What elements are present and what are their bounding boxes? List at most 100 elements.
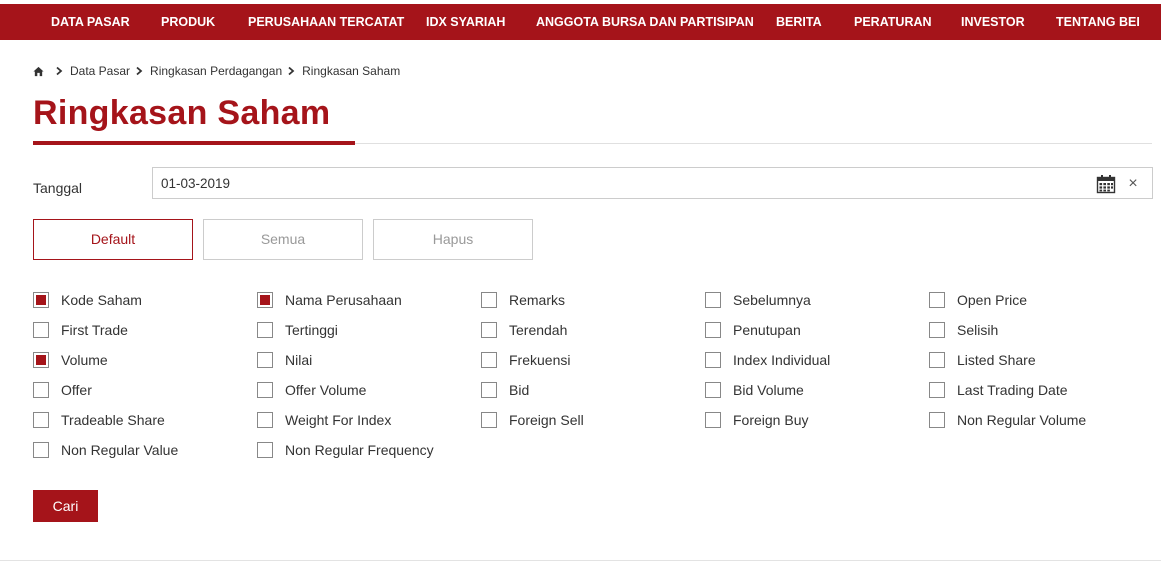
checkbox-label: Bid [509, 382, 530, 398]
checkbox[interactable] [929, 352, 945, 368]
calendar-icon[interactable] [1096, 174, 1116, 194]
column-option[interactable]: Tertinggi [257, 320, 338, 340]
checkbox[interactable] [929, 292, 945, 308]
checkbox[interactable] [257, 412, 273, 428]
column-option[interactable]: Remarks [481, 290, 565, 310]
nav-produk[interactable]: PRODUK [161, 4, 215, 40]
column-option[interactable]: Bid [481, 380, 529, 400]
checkbox[interactable] [257, 382, 273, 398]
column-option[interactable]: Kode Saham [33, 290, 142, 310]
checkbox[interactable] [705, 292, 721, 308]
date-input[interactable]: 01-03-2019 × [152, 167, 1153, 199]
checkbox-label: Volume [61, 352, 108, 368]
column-option[interactable]: Index Individual [705, 350, 830, 370]
nav-perusahaan-tercatat[interactable]: PERUSAHAAN TERCATAT [248, 4, 404, 40]
select-all-button[interactable]: Semua [203, 219, 363, 260]
breadcrumb: Data Pasar Ringkasan Perdagangan Ringkas… [33, 63, 400, 79]
checkbox[interactable] [257, 442, 273, 458]
checkbox[interactable] [257, 292, 273, 308]
checkbox-label: Bid Volume [733, 382, 804, 398]
column-option[interactable]: Terendah [481, 320, 567, 340]
nav-idx-syariah[interactable]: IDX SYARIAH [426, 4, 505, 40]
checkbox[interactable] [929, 382, 945, 398]
date-value[interactable]: 01-03-2019 [161, 176, 230, 191]
date-label: Tanggal [33, 180, 83, 196]
checkbox-label: Offer [61, 382, 92, 398]
column-option[interactable]: Frekuensi [481, 350, 570, 370]
column-option[interactable]: Offer Volume [257, 380, 366, 400]
checkbox-label: Frekuensi [509, 352, 571, 368]
nav-berita[interactable]: BERITA [776, 4, 822, 40]
checkbox-label: Penutupan [733, 322, 801, 338]
column-option[interactable]: Sebelumnya [705, 290, 811, 310]
column-option[interactable]: Non Regular Volume [929, 410, 1086, 430]
checkbox[interactable] [705, 352, 721, 368]
column-option[interactable]: Tradeable Share [33, 410, 165, 430]
default-button[interactable]: Default [33, 219, 193, 260]
breadcrumb-data-pasar[interactable]: Data Pasar [70, 64, 130, 78]
checkbox-label: Kode Saham [61, 292, 142, 308]
checkbox[interactable] [929, 412, 945, 428]
column-option[interactable]: Penutupan [705, 320, 801, 340]
column-option[interactable]: Foreign Sell [481, 410, 584, 430]
checkbox[interactable] [481, 292, 497, 308]
top-navigation: DATA PASAR PRODUK PERUSAHAAN TERCATAT ID… [0, 4, 1161, 40]
home-icon[interactable] [33, 66, 44, 77]
checkbox-label: Offer Volume [285, 382, 367, 398]
checkbox-label: Index Individual [733, 352, 831, 368]
column-option[interactable]: Bid Volume [705, 380, 804, 400]
checkbox[interactable] [33, 382, 49, 398]
checkbox[interactable] [705, 412, 721, 428]
checkbox[interactable] [33, 292, 49, 308]
column-option[interactable]: Offer [33, 380, 92, 400]
chevron-right-icon [56, 66, 63, 76]
checkbox[interactable] [705, 322, 721, 338]
checkbox-label: Last Trading Date [957, 382, 1068, 398]
checkbox[interactable] [33, 352, 49, 368]
breadcrumb-ringkasan-perdagangan[interactable]: Ringkasan Perdagangan [150, 64, 282, 78]
column-option[interactable]: Selisih [929, 320, 998, 340]
bottom-divider [0, 560, 1161, 561]
checkbox-label: Non Regular Volume [957, 412, 1087, 428]
column-option[interactable]: Open Price [929, 290, 1027, 310]
checkbox-label: Tradeable Share [61, 412, 165, 428]
checkbox[interactable] [257, 352, 273, 368]
checkbox[interactable] [33, 412, 49, 428]
checkbox-label: Foreign Sell [509, 412, 584, 428]
checkbox-label: Selisih [957, 322, 999, 338]
checkbox[interactable] [33, 322, 49, 338]
search-button[interactable]: Cari [33, 490, 98, 522]
checkbox[interactable] [481, 322, 497, 338]
clear-icon[interactable]: × [1126, 174, 1140, 194]
checkbox[interactable] [481, 382, 497, 398]
column-option[interactable]: Listed Share [929, 350, 1036, 370]
nav-investor[interactable]: INVESTOR [961, 4, 1025, 40]
column-option[interactable]: Non Regular Value [33, 440, 178, 460]
checkbox-label: First Trade [61, 322, 128, 338]
nav-anggota-bursa[interactable]: ANGGOTA BURSA DAN PARTISIPAN [536, 4, 754, 40]
checkbox[interactable] [481, 352, 497, 368]
title-underline [33, 141, 355, 145]
checkbox-label: Tertinggi [285, 322, 338, 338]
nav-tentang-bei[interactable]: TENTANG BEI [1056, 4, 1140, 40]
chevron-right-icon [288, 66, 295, 76]
nav-data-pasar[interactable]: DATA PASAR [51, 4, 130, 40]
column-option[interactable]: Foreign Buy [705, 410, 808, 430]
nav-peraturan[interactable]: PERATURAN [854, 4, 932, 40]
checkbox[interactable] [257, 322, 273, 338]
column-option[interactable]: Volume [33, 350, 108, 370]
page-title: Ringkasan Saham [33, 94, 331, 132]
column-option[interactable]: Nilai [257, 350, 312, 370]
column-option[interactable]: Non Regular Frequency [257, 440, 434, 460]
column-option[interactable]: Weight For Index [257, 410, 391, 430]
column-option[interactable]: Last Trading Date [929, 380, 1068, 400]
clear-all-button[interactable]: Hapus [373, 219, 533, 260]
checkbox[interactable] [481, 412, 497, 428]
checkbox[interactable] [705, 382, 721, 398]
column-option[interactable]: Nama Perusahaan [257, 290, 402, 310]
checkbox[interactable] [33, 442, 49, 458]
checkbox[interactable] [929, 322, 945, 338]
column-option[interactable]: First Trade [33, 320, 128, 340]
checkbox-label: Terendah [509, 322, 568, 338]
checkbox-label: Nama Perusahaan [285, 292, 402, 308]
